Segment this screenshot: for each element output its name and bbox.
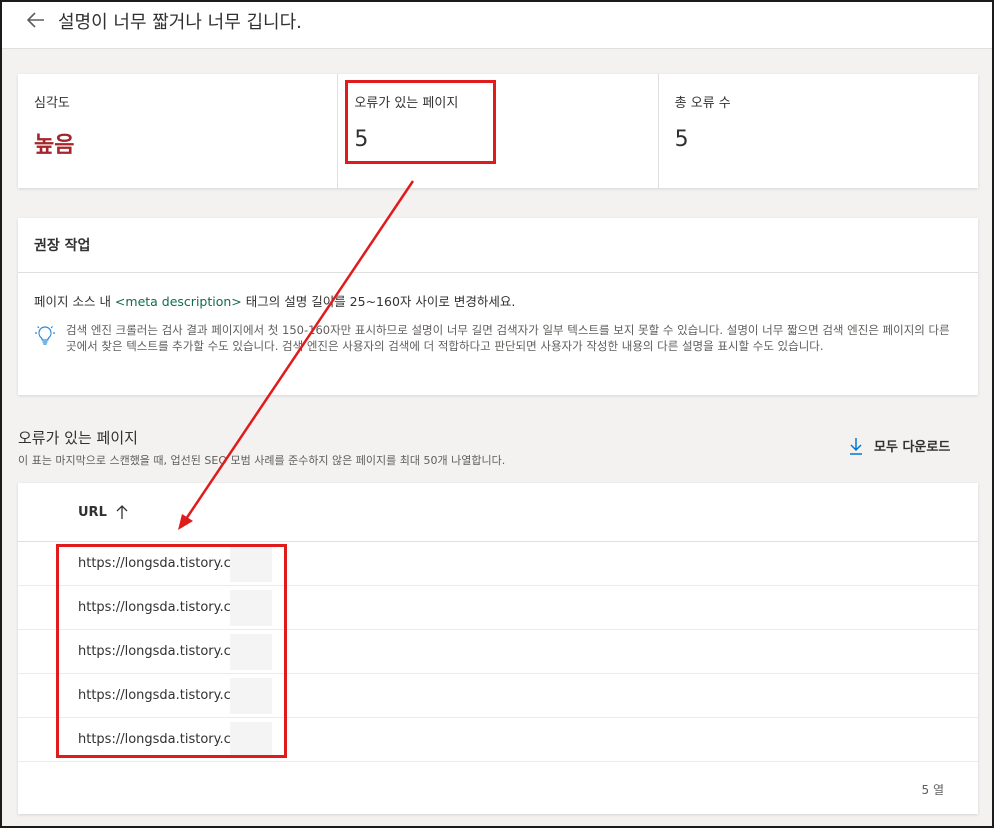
severity-value: 높음 [34,133,75,158]
highlight-box-urls [56,544,287,758]
arrow-left-icon[interactable] [26,11,46,29]
severity-stat: 심각도 높음 [18,74,339,188]
action-text-suffix: 태그의 설명 길이를 25~160자 사이로 변경하세요. [241,294,516,309]
arrow-up-icon [116,505,128,519]
row-count: 5 열 [921,783,945,797]
highlight-box-stat [345,80,496,164]
download-icon [850,437,862,455]
download-all-label: 모두 다운로드 [874,440,951,455]
page-title: 설명이 너무 짧거나 너무 깁니다. [58,12,302,33]
tip-block: 검색 엔진 크롤러는 검사 결과 페이지에서 첫 150-160자만 표시하므로… [18,310,978,354]
severity-label: 심각도 [34,96,70,111]
download-all-button[interactable]: 모두 다운로드 [848,436,950,455]
stats-card: 심각도 높음 오류가 있는 페이지 5 총 오류 수 5 [18,74,978,188]
tip-text: 검색 엔진 크롤러는 검사 결과 페이지에서 첫 150-160자만 표시하므로… [66,323,950,353]
meta-description-tag: <meta description> [114,294,242,309]
total-errors-stat: 총 오류 수 5 [659,74,978,188]
recommended-actions-card: 권장 작업 페이지 소스 내 <meta description> 태그의 설명… [18,218,978,395]
recommended-action-text: 페이지 소스 내 <meta description> 태그의 설명 길이를 2… [18,273,978,310]
action-text-prefix: 페이지 소스 내 [34,294,115,309]
lightbulb-icon [35,326,55,345]
section-title: 오류가 있는 페이지 [18,429,138,447]
table-header-url[interactable]: URL [18,483,978,542]
recommended-actions-title: 권장 작업 [18,218,978,273]
section-subtitle: 이 표는 마지막으로 스캔했을 때, 업선된 SEO 모범 사례를 준수하지 않… [18,454,506,467]
page-header: 설명이 너무 짧거나 너무 깁니다. [2,2,992,49]
column-url-label: URL [78,504,107,520]
total-errors-value: 5 [674,127,689,152]
total-errors-label: 총 오류 수 [674,96,731,111]
